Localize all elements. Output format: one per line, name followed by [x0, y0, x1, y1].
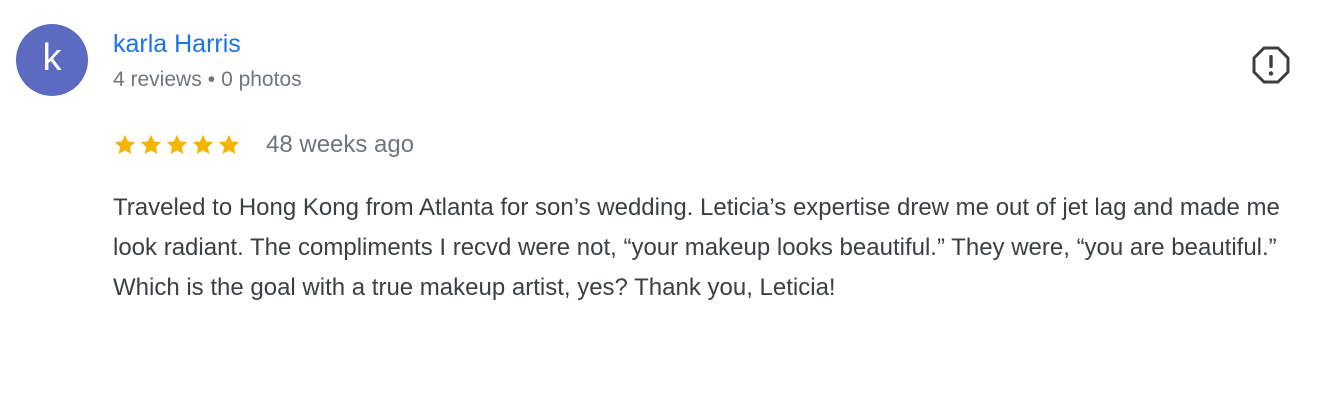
review-text: Traveled to Hong Kong from Atlanta for s…: [113, 194, 1280, 301]
author-name[interactable]: karla Harris: [113, 28, 241, 60]
star-icon: [218, 134, 240, 154]
review-time: 48 weeks ago: [266, 131, 415, 158]
star-icon: [166, 134, 188, 154]
star-icon: [140, 134, 162, 154]
photos-count: 0 photos: [221, 68, 302, 91]
avatar-letter: k: [42, 37, 62, 79]
star-rating: [113, 133, 241, 157]
star-icon: [114, 134, 136, 154]
reviews-count: 4 reviews: [113, 68, 202, 91]
star-icon: [192, 134, 214, 154]
review-card: k karla Harris 4 reviews • 0 photos 48 wee…: [0, 0, 1332, 400]
report-flag-icon[interactable]: [1252, 46, 1290, 84]
author-meta: 4 reviews • 0 photos: [113, 66, 302, 94]
avatar[interactable]: k: [16, 24, 88, 96]
rating-row: 48 weeks ago: [113, 128, 414, 162]
meta-separator: •: [207, 68, 216, 91]
